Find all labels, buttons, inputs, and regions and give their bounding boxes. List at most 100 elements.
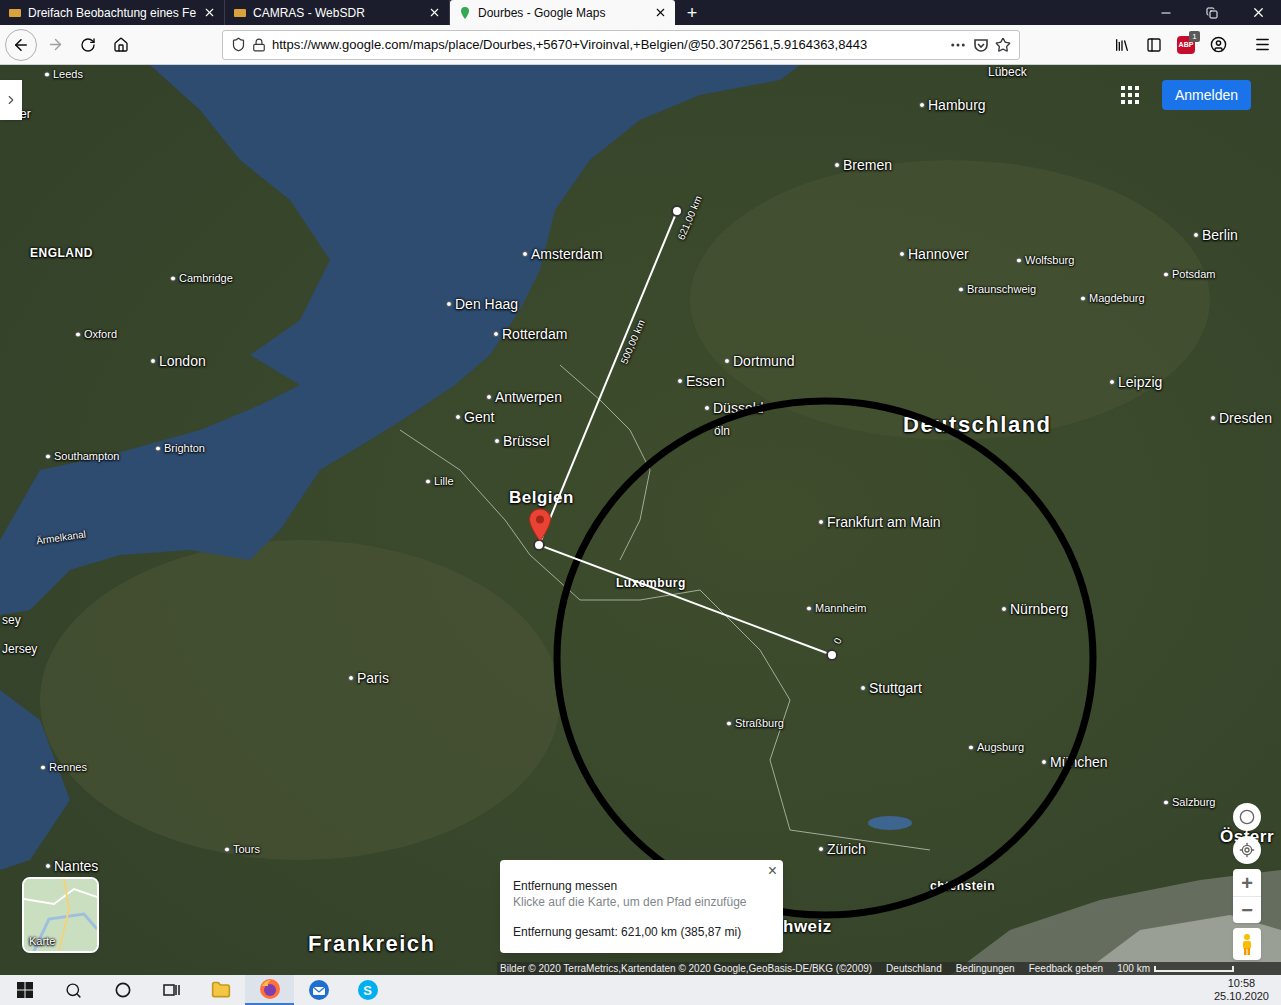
firefox-button[interactable] bbox=[245, 975, 294, 1005]
map-label[interactable]: Mannheim bbox=[806, 603, 866, 614]
compass-button[interactable] bbox=[1233, 803, 1261, 831]
pocket-icon[interactable] bbox=[973, 37, 989, 53]
lock-icon[interactable] bbox=[252, 38, 266, 52]
map-label[interactable]: Magdeburg bbox=[1080, 293, 1145, 304]
map-label[interactable]: Cambridge bbox=[170, 273, 233, 284]
my-location-button[interactable] bbox=[1233, 836, 1261, 864]
map-label[interactable]: Lille bbox=[425, 476, 454, 487]
back-button[interactable] bbox=[5, 29, 37, 61]
map-label[interactable]: Dortmund bbox=[724, 354, 794, 368]
map-label[interactable]: Stuttgart bbox=[860, 681, 922, 695]
new-tab-button[interactable]: + bbox=[675, 0, 709, 25]
apps-button[interactable] bbox=[1121, 86, 1139, 104]
map-label[interactable]: Deutschland bbox=[903, 414, 1052, 436]
map-label[interactable]: Den Haag bbox=[446, 297, 518, 311]
map-label[interactable]: Belgien bbox=[509, 489, 574, 506]
map-label[interactable]: Rotterdam bbox=[493, 327, 567, 341]
shield-icon[interactable] bbox=[231, 37, 246, 52]
forward-button[interactable] bbox=[40, 30, 70, 60]
browser-tab[interactable]: Dreifach Beobachtung eines Fe bbox=[0, 0, 225, 25]
map-label[interactable]: Berlin bbox=[1193, 228, 1238, 242]
map-label[interactable]: Frankfurt am Main bbox=[818, 515, 941, 529]
map-label[interactable]: Nürnberg bbox=[1001, 602, 1068, 616]
minimize-button[interactable] bbox=[1143, 0, 1189, 25]
close-tab-icon[interactable] bbox=[428, 6, 441, 19]
reload-button[interactable] bbox=[73, 30, 103, 60]
map-label[interactable]: Paris bbox=[348, 671, 389, 685]
map-label[interactable]: Leipzig bbox=[1109, 375, 1162, 389]
restore-button[interactable] bbox=[1189, 0, 1235, 25]
map-label[interactable]: Brüssel bbox=[494, 434, 550, 448]
map-label[interactable]: hweiz bbox=[783, 918, 832, 935]
map-label[interactable]: chtenstein bbox=[930, 880, 995, 892]
measure-point-icon[interactable] bbox=[534, 540, 544, 550]
map-label[interactable]: Ärmelkanal bbox=[36, 533, 86, 543]
map-label[interactable]: Frankreich bbox=[308, 933, 436, 955]
map-label[interactable]: Hamburg bbox=[919, 98, 986, 112]
map-label[interactable]: Tours bbox=[224, 844, 260, 855]
thunderbird-button[interactable] bbox=[294, 975, 343, 1005]
search-button[interactable] bbox=[49, 975, 98, 1005]
location-pin-icon[interactable] bbox=[528, 508, 552, 542]
map-label[interactable]: Straßburg bbox=[726, 718, 784, 729]
sidebar-button[interactable] bbox=[1139, 30, 1169, 60]
bookmark-star-icon[interactable] bbox=[995, 37, 1011, 53]
scale-bar[interactable]: 100 km bbox=[1117, 962, 1234, 975]
clock[interactable]: 10:5825.10.2020 bbox=[1214, 977, 1281, 1003]
map-label[interactable]: Luxemburg bbox=[616, 577, 686, 589]
map-label[interactable]: Augsburg bbox=[968, 742, 1024, 753]
map-label[interactable]: Brighton bbox=[155, 443, 205, 454]
map-label[interactable]: München bbox=[1041, 755, 1108, 769]
attribution-item[interactable]: Bilder © 2020 TerraMetrics,Kartendaten ©… bbox=[500, 962, 872, 975]
adblock-button[interactable]: ABP1 bbox=[1171, 30, 1201, 60]
measure-point-icon[interactable] bbox=[827, 650, 837, 660]
measure-point-icon[interactable] bbox=[672, 206, 682, 216]
url-text[interactable]: https://www.google.com/maps/place/Dourbe… bbox=[272, 36, 943, 54]
map-label[interactable]: Dresden bbox=[1210, 411, 1272, 425]
map-label[interactable]: Southampton bbox=[45, 451, 119, 462]
layer-switcher[interactable]: Karte bbox=[22, 877, 99, 953]
zoom-out-button[interactable]: − bbox=[1233, 896, 1261, 923]
browser-tab[interactable]: Dourbes - Google Maps bbox=[450, 0, 675, 25]
cortana-button[interactable] bbox=[98, 975, 147, 1005]
map-label[interactable]: Essen bbox=[677, 374, 725, 388]
sign-in-button[interactable]: Anmelden bbox=[1162, 80, 1251, 110]
map-label[interactable]: Jersey bbox=[2, 643, 37, 655]
browser-tab[interactable]: CAMRAS - WebSDR bbox=[225, 0, 450, 25]
map-label[interactable]: sey bbox=[2, 614, 21, 626]
close-tab-icon[interactable] bbox=[654, 6, 667, 19]
close-tab-icon[interactable] bbox=[203, 6, 216, 19]
home-button[interactable] bbox=[106, 30, 136, 60]
map-label[interactable]: Rennes bbox=[40, 762, 87, 773]
file-explorer-button[interactable] bbox=[196, 975, 245, 1005]
side-panel-toggle[interactable] bbox=[0, 80, 22, 120]
skype-button[interactable]: S bbox=[343, 975, 392, 1005]
attribution-item[interactable]: Bedingungen bbox=[956, 962, 1015, 975]
map-label[interactable]: Potsdam bbox=[1163, 269, 1215, 280]
library-button[interactable] bbox=[1107, 30, 1137, 60]
map-label[interactable]: Wolfsburg bbox=[1016, 255, 1074, 266]
task-view-button[interactable] bbox=[147, 975, 196, 1005]
menu-button[interactable] bbox=[1247, 30, 1277, 60]
account-button[interactable] bbox=[1203, 30, 1233, 60]
map-label[interactable]: Amsterdam bbox=[522, 247, 603, 261]
street-view-button[interactable] bbox=[1233, 928, 1261, 960]
map-label[interactable]: ENGLAND bbox=[30, 247, 93, 259]
map-label[interactable]: Salzburg bbox=[1163, 797, 1215, 808]
attribution-item[interactable]: Feedback geben bbox=[1029, 962, 1104, 975]
map-label[interactable]: öln bbox=[714, 425, 730, 437]
zoom-in-button[interactable]: + bbox=[1233, 869, 1261, 896]
popup-close-button[interactable]: × bbox=[768, 863, 777, 879]
map-label[interactable]: Antwerpen bbox=[486, 390, 562, 404]
page-actions-icon[interactable] bbox=[949, 36, 967, 54]
map-label[interactable]: Nantes bbox=[45, 859, 98, 873]
close-window-button[interactable] bbox=[1235, 0, 1281, 25]
attribution-item[interactable]: Deutschland bbox=[886, 962, 942, 975]
map-label[interactable]: Düsseld bbox=[704, 401, 764, 415]
url-bar[interactable]: https://www.google.com/maps/place/Dourbe… bbox=[222, 30, 1020, 60]
map-label[interactable]: Gent bbox=[455, 410, 494, 424]
map-label[interactable]: Oxford bbox=[75, 329, 117, 340]
map-label[interactable]: Lübeck bbox=[988, 66, 1027, 78]
map[interactable]: LeedsesterENGLANDCambridgeOxfordLondonBr… bbox=[0, 65, 1281, 975]
map-label[interactable]: Braunschweig bbox=[958, 284, 1036, 295]
